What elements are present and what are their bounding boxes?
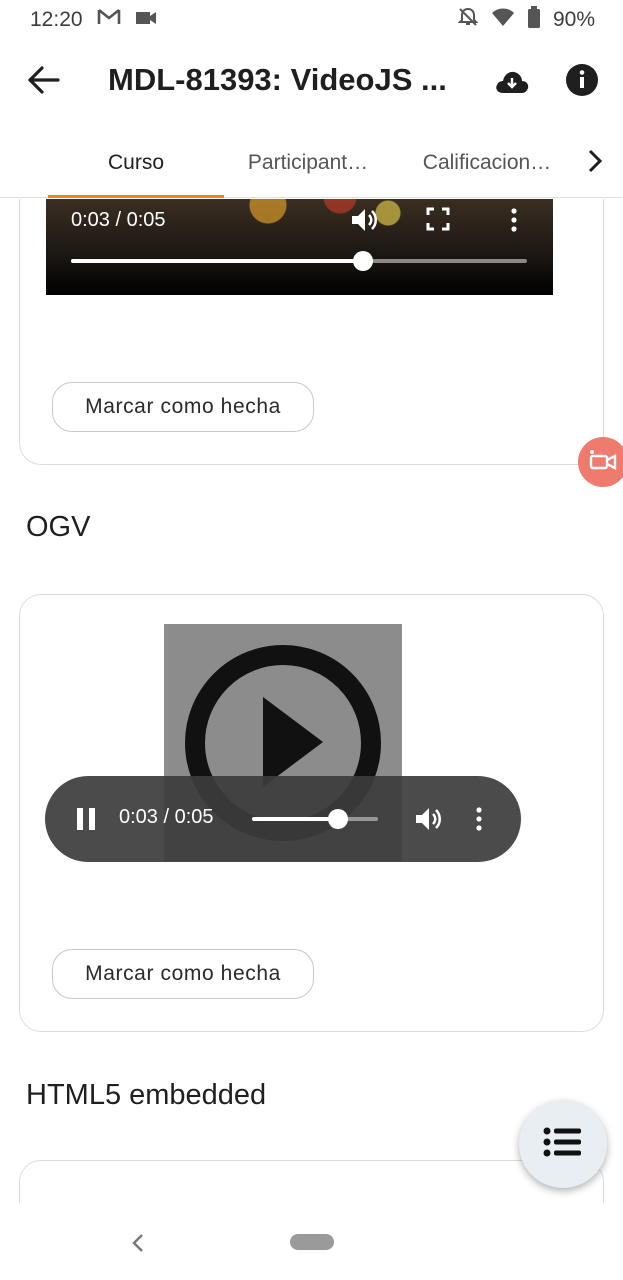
volume-icon[interactable]: [413, 804, 443, 834]
video-player[interactable]: 0:03 / 0:05: [46, 199, 553, 295]
more-options-icon[interactable]: [504, 207, 524, 233]
video-camera-icon: [135, 8, 157, 32]
page-title: MDL-81393: VideoJS ...: [108, 62, 447, 97]
tab-label: Curso: [107, 151, 165, 174]
app-bar: MDL-81393: VideoJS ...: [0, 40, 623, 128]
tabs-next-button[interactable]: [577, 145, 613, 181]
download-button[interactable]: [492, 64, 532, 104]
media-progress-fill: [252, 817, 338, 821]
tab-label: Participant…: [247, 151, 369, 174]
status-bar: 12:20 90%: [0, 0, 623, 40]
chevron-right-icon: [587, 148, 603, 179]
tab-calificaciones[interactable]: Calificacion…: [414, 128, 560, 198]
battery-icon: [527, 6, 541, 34]
video-progress-bar[interactable]: [71, 251, 527, 271]
nav-home-pill[interactable]: [290, 1234, 334, 1250]
play-triangle: [263, 697, 323, 787]
tab-label: Calificacion…: [422, 151, 552, 174]
active-tab-indicator: [48, 195, 224, 198]
mark-as-done-button[interactable]: Marcar como hecha: [52, 949, 314, 999]
status-time: 12:20: [30, 8, 83, 31]
wifi-icon: [491, 7, 515, 33]
tab-participantes[interactable]: Participant…: [240, 128, 376, 198]
course-index-button[interactable]: [519, 1100, 607, 1188]
volume-icon[interactable]: [349, 205, 379, 235]
video-progress-fill: [71, 259, 363, 263]
info-icon: [565, 63, 599, 102]
video-camera-icon: [588, 449, 618, 476]
fullscreen-icon[interactable]: [426, 207, 450, 231]
course-content[interactable]: 0:03 / 0:05 Marcar como hecha OGV 0:03 /…: [0, 199, 623, 1203]
notifications-off-icon: [457, 6, 479, 34]
video-time: 0:03 / 0:05: [71, 209, 166, 231]
section-title-ogv: OGV: [26, 511, 91, 543]
nav-back-icon[interactable]: [128, 1231, 148, 1255]
media-progress-bar[interactable]: [252, 809, 378, 829]
gmail-icon: [97, 8, 121, 32]
battery-percent: 90%: [552, 8, 595, 31]
media-controls[interactable]: 0:03 / 0:05: [45, 776, 521, 862]
course-tabs: Curso Participant… Calificacion…: [0, 128, 623, 198]
video-progress-thumb[interactable]: [352, 251, 373, 271]
more-options-icon[interactable]: [469, 806, 489, 832]
media-time: 0:03 / 0:05: [119, 806, 214, 828]
pause-icon[interactable]: [77, 808, 97, 830]
info-button[interactable]: [564, 63, 600, 102]
cloud-download-icon: [494, 69, 530, 100]
system-nav-bar: [0, 1203, 623, 1280]
media-progress-thumb[interactable]: [327, 809, 348, 829]
tab-curso[interactable]: Curso: [48, 128, 224, 198]
list-icon: [543, 1126, 583, 1163]
video-frame: [196, 199, 436, 229]
activity-card-html5: [19, 1160, 604, 1203]
back-button[interactable]: [24, 62, 64, 102]
arrow-back-icon: [28, 65, 60, 99]
mark-as-done-button[interactable]: Marcar como hecha: [52, 382, 314, 432]
screen-recorder-bubble[interactable]: [578, 437, 623, 487]
section-title-html5: HTML5 embedded: [26, 1079, 267, 1111]
